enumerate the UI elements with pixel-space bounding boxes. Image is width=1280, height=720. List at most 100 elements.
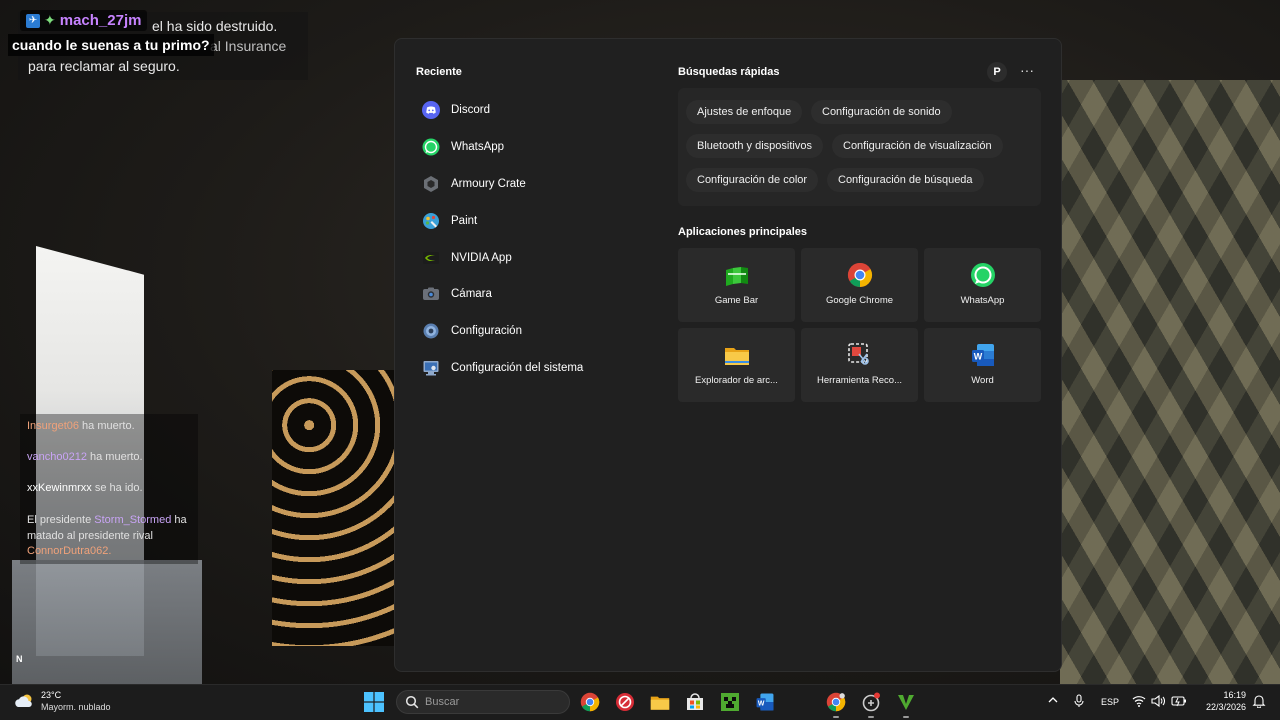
taskbar-chrome-button[interactable] [580, 692, 600, 712]
recent-item-whatsapp[interactable]: WhatsApp [420, 129, 660, 166]
recent-item-label: Configuración [451, 325, 522, 338]
kill-feed-player: vancho0212 [27, 451, 87, 463]
kill-feed-player: Insurget06 [27, 420, 79, 432]
top-apps-grid: Game Bar Google Chrome WhatsApp Explorad… [678, 248, 1043, 404]
recent-item-armoury-crate[interactable]: Armoury Crate [420, 166, 660, 203]
kill-feed: Insurget06 ha muerto. vancho0212 ha muer… [20, 414, 198, 564]
app-tile-label: WhatsApp [960, 295, 1005, 306]
vlogo-icon [896, 695, 916, 716]
more-options-button[interactable]: ··· [1017, 62, 1037, 82]
file-explorer-icon [650, 696, 670, 716]
recent-item-settings[interactable]: Configuración [420, 313, 660, 350]
minecraft-icon [720, 693, 740, 716]
top-apps-title: Aplicaciones principales [678, 226, 807, 238]
battery-icon[interactable] [1171, 695, 1187, 710]
app-tile-file-explorer[interactable]: Explorador de arc... [678, 328, 795, 402]
notification-line-3: para reclamar al seguro. [28, 58, 180, 74]
taskbar-store-button[interactable] [685, 692, 705, 712]
profile-button[interactable]: P [987, 62, 1007, 82]
language-indicator[interactable]: ESP [1101, 697, 1119, 707]
store-icon [685, 693, 705, 716]
minimap-area [12, 560, 202, 684]
kill-feed-player: Storm_Stormed [94, 514, 172, 526]
search-input[interactable] [425, 691, 565, 713]
kill-feed-text: se ha ido. [94, 482, 143, 494]
taskbar-game-launcher-button[interactable] [861, 692, 881, 712]
taskbar-clock[interactable]: 16:19 22/3/2026 [1196, 689, 1246, 713]
recent-item-label: Discord [451, 104, 490, 117]
word-icon: W [970, 342, 996, 368]
taskbar-gta-button[interactable] [896, 692, 916, 712]
clock-time: 16:19 [1223, 690, 1246, 700]
nvidia-icon [422, 249, 440, 267]
windows-start-button[interactable] [364, 692, 384, 712]
sparkle-icon: ✦ [44, 12, 56, 28]
microphone-icon[interactable] [1073, 694, 1085, 711]
streamer-badge-icon: ✈ [26, 13, 40, 28]
quick-search-chip[interactable]: Configuración de sonido [811, 100, 952, 124]
notification-bell-icon[interactable] [1252, 694, 1266, 711]
kill-feed-entry: xxKewinmrxx se ha ido. [27, 482, 143, 494]
recent-item-paint[interactable]: Paint [420, 202, 660, 239]
svg-text:W: W [758, 700, 765, 707]
quick-search-chip[interactable]: Configuración de búsqueda [827, 168, 984, 192]
taskbar-minecraft-button[interactable] [720, 692, 740, 712]
app-tile-google-chrome[interactable]: Google Chrome [801, 248, 918, 322]
taskbar-chrome-profile-button[interactable] [826, 692, 846, 712]
minimap-north-label: N [16, 654, 23, 664]
taskbar-file-explorer-button[interactable] [650, 692, 670, 712]
taskbar-search-box[interactable] [396, 690, 570, 714]
speaker-icon[interactable] [1151, 694, 1166, 710]
taskbar-armoury-button[interactable] [615, 692, 635, 712]
chrome-icon [580, 692, 600, 716]
recent-item-discord[interactable]: Discord [420, 92, 660, 129]
taskbar: 23°C Mayorm. nublado Buscar W ESP 16:19 … [0, 684, 1280, 720]
notification-line-1: el ha sido destruido. [152, 18, 278, 34]
recent-item-label: NVIDIA App [451, 251, 512, 264]
quick-search-chip[interactable]: Configuración de visualización [832, 134, 1003, 158]
notification-line-2: al Insurance [210, 38, 287, 54]
app-tile-game-bar[interactable]: Game Bar [678, 248, 795, 322]
app-tile-label: Explorador de arc... [695, 375, 778, 386]
start-menu: Reciente Búsquedas rápidas P ··· Discord… [394, 38, 1062, 672]
wifi-icon[interactable] [1132, 695, 1146, 710]
app-tile-label: Word [971, 375, 994, 386]
red-app-icon [615, 693, 635, 716]
svg-text:W: W [973, 352, 982, 362]
quick-search-chip[interactable]: Bluetooth y dispositivos [686, 134, 823, 158]
quick-search-chip[interactable]: Ajustes de enfoque [686, 100, 803, 124]
quick-search-title: Búsquedas rápidas [678, 66, 780, 78]
app-tile-snipping-tool[interactable]: Herramienta Reco... [801, 328, 918, 402]
quick-search-chip[interactable]: Configuración de color [686, 168, 819, 192]
weather-widget[interactable]: 23°C Mayorm. nublado [14, 689, 111, 713]
app-tile-whatsapp[interactable]: WhatsApp [924, 248, 1041, 322]
discord-icon [422, 101, 440, 120]
app-tile-label: Game Bar [714, 295, 759, 306]
taskbar-word-button[interactable]: W [755, 692, 775, 712]
cloud-sun-icon [14, 693, 36, 709]
chrome-icon [826, 692, 846, 716]
clock-date: 22/3/2026 [1205, 702, 1246, 712]
camera-icon [422, 285, 440, 303]
recent-item-system-settings[interactable]: Configuración del sistema [420, 350, 660, 387]
kill-feed-text: ha muerto. [82, 420, 135, 432]
weather-temperature: 23°C [41, 690, 62, 700]
running-indicator [833, 716, 839, 718]
recent-item-nvidia-app[interactable]: NVIDIA App [420, 239, 660, 276]
app-tile-word[interactable]: W Word [924, 328, 1041, 402]
wallpaper-wall [1060, 80, 1280, 684]
chrome-icon [847, 262, 873, 288]
streamer-name: mach_27jm [59, 12, 142, 29]
patterned-rug [272, 370, 396, 646]
chevron-up-icon[interactable] [1047, 694, 1059, 709]
recent-item-label: Paint [451, 214, 478, 227]
recent-item-camera[interactable]: Cámara [420, 276, 660, 313]
kill-feed-text: El presidente [27, 514, 92, 526]
settings-icon [422, 322, 440, 340]
paint-icon [422, 212, 440, 230]
app-tile-label: Herramienta Reco... [816, 375, 902, 386]
app-tile-label: Google Chrome [825, 295, 894, 306]
whatsapp-icon [970, 262, 996, 288]
game-bar-icon [724, 262, 750, 288]
kill-feed-text: ha muerto. [90, 451, 143, 463]
